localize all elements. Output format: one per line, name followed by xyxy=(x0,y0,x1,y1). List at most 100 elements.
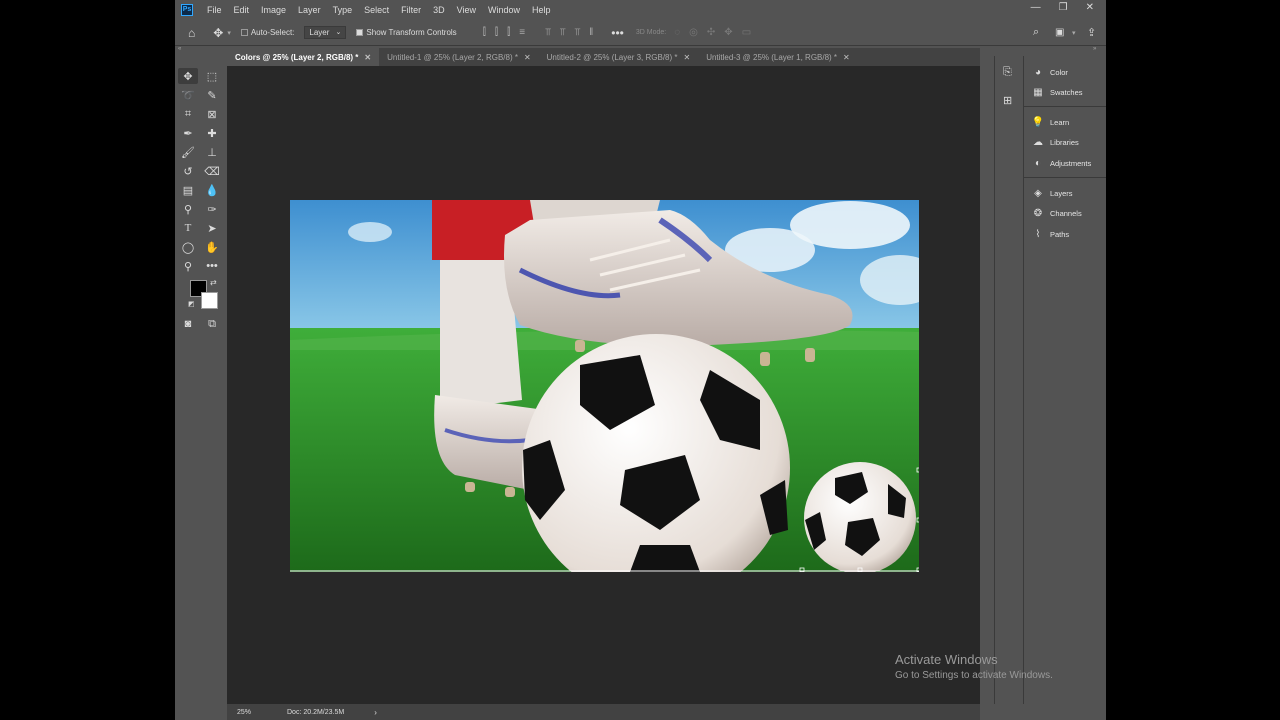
type-tool-icon[interactable]: T xyxy=(178,220,198,236)
workspace-chevron-icon[interactable]: ▾ xyxy=(1072,29,1076,37)
home-icon[interactable]: ⌂ xyxy=(188,26,195,40)
auto-select-label: Auto-Select: xyxy=(250,28,295,37)
align-hcenter-icon[interactable]: ⫿ xyxy=(495,27,498,38)
3d-orbit-icon[interactable]: ◌ xyxy=(674,27,680,38)
default-colors-icon[interactable]: ◩ xyxy=(188,300,195,308)
menu-view[interactable]: View xyxy=(457,5,476,15)
properties-panel-icon[interactable]: ⊞ xyxy=(1003,94,1012,107)
workspace-icon[interactable]: ▣ xyxy=(1055,27,1064,38)
chevron-right-icon[interactable]: › xyxy=(374,708,377,717)
auto-select-checkbox[interactable] xyxy=(240,29,248,36)
close-icon[interactable]: ✕ xyxy=(843,53,850,62)
tab-untitled-2[interactable]: Untitled-2 @ 25% (Layer 3, RGB/8) * ✕ xyxy=(539,48,699,66)
clone-stamp-icon[interactable]: ⊥ xyxy=(202,144,222,160)
tab-label: Untitled-3 @ 25% (Layer 1, RGB/8) * xyxy=(706,52,838,62)
document-image[interactable] xyxy=(290,200,919,572)
dock-collapse-icon[interactable]: » xyxy=(1093,46,1096,52)
panel-learn[interactable]: 💡 Learn xyxy=(1032,116,1069,128)
minimize-button[interactable]: — xyxy=(1031,2,1041,13)
frame-tool-icon[interactable]: ⊠ xyxy=(202,106,222,122)
menu-type[interactable]: Type xyxy=(333,5,353,15)
show-transform-checkbox[interactable] xyxy=(356,29,364,36)
lasso-tool-icon[interactable]: ➰ xyxy=(178,87,198,103)
menu-image[interactable]: Image xyxy=(261,5,286,15)
panel-label: Swatches xyxy=(1050,87,1083,97)
doc-size: Doc: 20.2M/23.5M xyxy=(287,708,345,716)
3d-mode-label: 3D Mode: xyxy=(635,29,667,36)
panel-color[interactable]: ◕ Color xyxy=(1032,66,1068,78)
share-icon[interactable]: ⇪ xyxy=(1087,26,1096,39)
menu-window[interactable]: Window xyxy=(488,5,520,15)
history-panel-icon[interactable]: ⎘ xyxy=(1003,66,1012,79)
align-left-icon[interactable]: ⫿ xyxy=(483,27,486,38)
history-brush-icon[interactable]: ↺ xyxy=(178,163,198,179)
align-bottom-icon[interactable]: ⫪ xyxy=(574,27,580,38)
close-icon[interactable]: ✕ xyxy=(364,53,371,62)
close-icon[interactable]: ✕ xyxy=(524,53,531,62)
menu-edit[interactable]: Edit xyxy=(234,5,250,15)
3d-slide-icon[interactable]: ✥ xyxy=(724,27,732,38)
screen-mode-icon[interactable]: ⧉ xyxy=(202,316,222,332)
3d-roll-icon[interactable]: ◎ xyxy=(689,27,698,38)
panel-layers[interactable]: ◈ Layers xyxy=(1032,187,1073,199)
close-icon[interactable]: ✕ xyxy=(684,53,691,62)
quick-select-tool-icon[interactable]: ✎ xyxy=(202,87,222,103)
tools-panel: ✥ ⬚ ➰ ✎ ⌗ ⊠ ✒ ✚ 🖌 ⊥ ↺ ⌫ ▤ 💧 ⚲ ✑ T ➤ ◯ ✋ … xyxy=(178,64,226,340)
distribute-vertical-icon[interactable]: ‖ xyxy=(589,27,593,38)
menu-file[interactable]: File xyxy=(207,5,222,15)
tab-colors[interactable]: Colors @ 25% (Layer 2, RGB/8) * ✕ xyxy=(227,48,380,66)
move-tool-preset-icon[interactable]: ✥ xyxy=(213,26,223,40)
ellipse-tool-icon[interactable]: ◯ xyxy=(178,239,198,255)
align-vcenter-icon[interactable]: ⫪ xyxy=(560,27,566,38)
distribute-icon[interactable]: ≡ xyxy=(519,27,525,38)
close-button[interactable]: ✕ xyxy=(1086,2,1094,13)
chevron-down-icon: ⌄ xyxy=(335,29,342,36)
panel-label: Layers xyxy=(1050,188,1073,198)
align-top-icon[interactable]: ⫪ xyxy=(545,27,551,38)
swap-colors-icon[interactable]: ⇄ xyxy=(210,278,217,287)
panel-paths[interactable]: ⌇ Paths xyxy=(1032,228,1070,240)
menu-select[interactable]: Select xyxy=(364,5,389,15)
panel-swatches[interactable]: ▦ Swatches xyxy=(1032,86,1083,98)
tab-untitled-1[interactable]: Untitled-1 @ 25% (Layer 2, RGB/8) * ✕ xyxy=(379,48,539,66)
restore-button[interactable]: ❐ xyxy=(1059,2,1068,13)
menu-layer[interactable]: Layer xyxy=(298,5,321,15)
menu-help[interactable]: Help xyxy=(532,5,551,15)
ps-logo[interactable]: Ps xyxy=(181,3,193,16)
zoom-level[interactable]: 25% xyxy=(237,709,287,716)
healing-brush-icon[interactable]: ✚ xyxy=(202,125,222,141)
eraser-tool-icon[interactable]: ⌫ xyxy=(202,163,222,179)
hand-tool-icon[interactable]: ✋ xyxy=(202,239,222,255)
marquee-tool-icon[interactable]: ⬚ xyxy=(202,68,222,84)
preset-chevron-icon[interactable]: ▾ xyxy=(227,29,231,37)
crop-tool-icon[interactable]: ⌗ xyxy=(178,106,198,122)
zoom-tool-icon[interactable]: ⚲ xyxy=(178,258,198,274)
brush-tool-icon[interactable]: 🖌 xyxy=(178,144,198,160)
align-right-icon[interactable]: ⫿ xyxy=(507,27,510,38)
toolbar-collapse-icon[interactable]: « xyxy=(178,46,181,52)
auto-select-target-select[interactable]: Layer ⌄ xyxy=(304,26,347,39)
move-tool-icon[interactable]: ✥ xyxy=(178,68,198,84)
gradient-tool-icon[interactable]: ▤ xyxy=(178,182,198,198)
more-tools-icon[interactable]: ••• xyxy=(202,258,222,274)
dock-icon-strip: ⎘ ⊞ xyxy=(994,56,1021,704)
eyedropper-tool-icon[interactable]: ✒ xyxy=(178,125,198,141)
panel-adjustments[interactable]: ◐ Adjustments xyxy=(1032,157,1091,169)
more-options-icon[interactable]: ••• xyxy=(611,26,624,40)
panel-channels[interactable]: ❂ Channels xyxy=(1032,207,1082,219)
tab-label: Untitled-1 @ 25% (Layer 2, RGB/8) * xyxy=(387,52,518,62)
canvas-area[interactable] xyxy=(227,66,980,704)
menu-filter[interactable]: Filter xyxy=(401,5,421,15)
search-icon[interactable]: ⌕ xyxy=(1033,26,1039,39)
3d-pan-icon[interactable]: ✣ xyxy=(707,27,715,38)
panel-libraries[interactable]: ☁ Libraries xyxy=(1032,136,1079,148)
menu-3d[interactable]: 3D xyxy=(433,5,445,15)
path-select-icon[interactable]: ➤ xyxy=(202,220,222,236)
blur-tool-icon[interactable]: 💧 xyxy=(202,182,222,198)
tab-untitled-3[interactable]: Untitled-3 @ 25% (Layer 1, RGB/8) * ✕ xyxy=(698,48,858,66)
pen-tool-icon[interactable]: ✑ xyxy=(202,201,222,217)
3d-scale-icon[interactable]: ▭ xyxy=(742,27,751,38)
background-color-swatch[interactable] xyxy=(201,292,218,309)
dodge-tool-icon[interactable]: ⚲ xyxy=(178,201,198,217)
quick-mask-icon[interactable]: ◙ xyxy=(178,316,198,332)
